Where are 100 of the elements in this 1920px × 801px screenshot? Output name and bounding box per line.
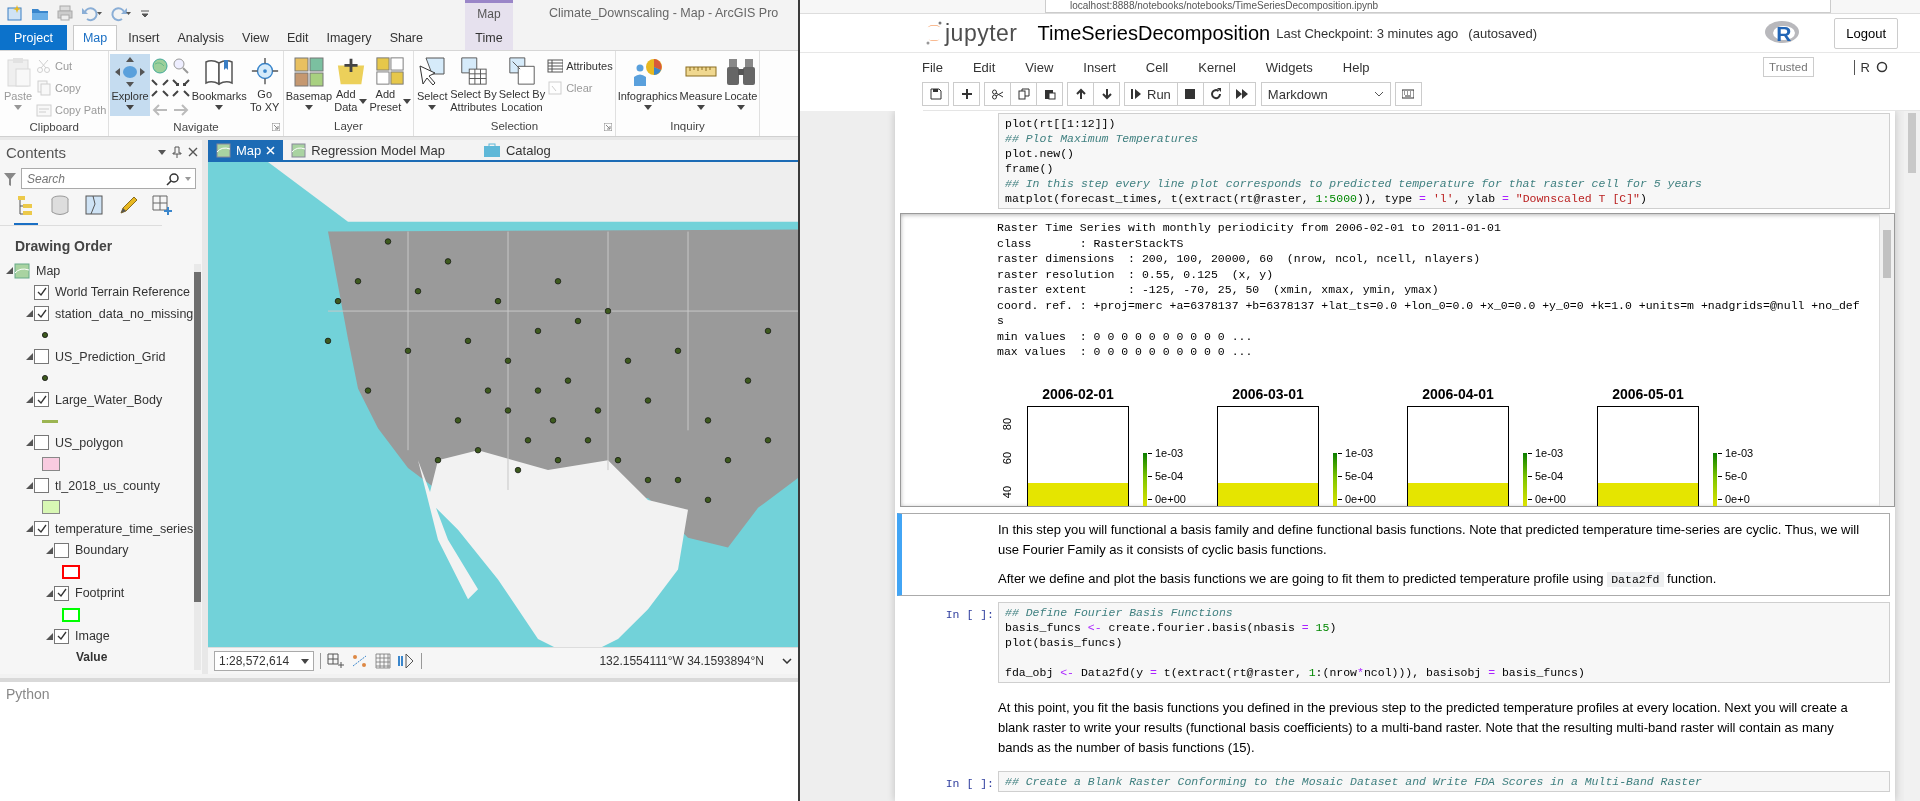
paste-button[interactable] xyxy=(1036,82,1063,106)
layer-name[interactable]: US_polygon xyxy=(55,435,124,450)
grid-plus-icon[interactable] xyxy=(327,653,346,669)
caret-icon[interactable] xyxy=(158,149,166,155)
ribbon-tab[interactable]: Edit xyxy=(277,25,318,50)
menu-item[interactable]: File xyxy=(907,59,958,75)
layer-checkbox[interactable] xyxy=(34,306,49,322)
logout-button[interactable]: Logout xyxy=(1834,17,1898,49)
expander-icon[interactable] xyxy=(25,396,33,404)
jupyter-logo[interactable]: jupyter xyxy=(925,19,1018,47)
layer-name[interactable]: Footprint xyxy=(75,586,125,601)
scale-field[interactable]: 1:28,572,614 xyxy=(214,651,315,671)
layer-checkbox[interactable] xyxy=(54,542,69,558)
ribbon-tab[interactable]: Time xyxy=(465,25,513,50)
ribbon-button[interactable]: Add Data xyxy=(333,54,369,116)
ribbon-tab[interactable]: Map xyxy=(72,25,118,50)
layer-checkbox[interactable] xyxy=(34,349,49,365)
dialog-launcher-icon[interactable] xyxy=(603,123,612,131)
close-icon[interactable] xyxy=(188,147,198,157)
layer-checkbox[interactable] xyxy=(54,585,69,601)
ribbon-button[interactable]: Add Preset xyxy=(368,54,413,116)
layer-name[interactable]: World Terrain Reference xyxy=(55,285,191,300)
layer-checkbox[interactable] xyxy=(54,628,69,644)
ribbon-button[interactable]: Basemap xyxy=(284,54,334,116)
save-button[interactable] xyxy=(922,82,949,106)
scrollbar[interactable] xyxy=(194,264,201,670)
stop-button[interactable] xyxy=(1176,82,1204,106)
code-cell-input[interactable] xyxy=(998,113,1890,209)
layer-name[interactable]: Image xyxy=(75,629,110,644)
search-field[interactable]: Search xyxy=(21,168,196,189)
view-tab[interactable]: Map xyxy=(208,140,284,160)
menu-item[interactable]: Edit xyxy=(957,59,1011,75)
markdown-cell[interactable] xyxy=(897,513,1890,596)
pin-icon[interactable] xyxy=(172,146,182,158)
inward-arrows-icon[interactable] xyxy=(170,78,191,98)
chevron-down-icon[interactable] xyxy=(782,658,792,664)
ribbon-button[interactable]: Bookmarks xyxy=(190,54,248,116)
ribbon-button[interactable]: Select By Location xyxy=(497,54,547,116)
expander-icon[interactable] xyxy=(25,482,33,490)
ribbon-tab[interactable]: Share xyxy=(380,25,432,50)
menu-item[interactable]: Help xyxy=(1327,59,1385,75)
expander-icon[interactable] xyxy=(45,546,53,554)
menu-item[interactable]: Kernel xyxy=(1183,59,1251,75)
run-all-button[interactable] xyxy=(1228,82,1256,106)
layer-name[interactable]: US_Prediction_Grid xyxy=(55,349,166,364)
menu-item[interactable]: View xyxy=(1010,59,1069,75)
ribbon-button[interactable]: Select By Attributes xyxy=(449,54,498,116)
ribbon-tab[interactable]: Project xyxy=(0,25,67,50)
ribbon-tab[interactable]: Imagery xyxy=(317,25,381,50)
run-button[interactable]: Run xyxy=(1124,82,1178,106)
address-bar[interactable]: localhost:8888/notebooks/notebooks/TimeSeriesDecomposition.ipynb xyxy=(1045,0,1831,13)
layer-name[interactable]: station_data_no_missing xyxy=(55,306,194,321)
map-node-label[interactable]: Map xyxy=(36,263,61,278)
ribbon-button[interactable]: Measure xyxy=(678,54,724,116)
ribbon-tab[interactable]: Insert xyxy=(119,25,169,50)
keyboard-button[interactable] xyxy=(1394,82,1422,106)
code-cell-input[interactable]: ## Create a Blank Raster Conforming to the Mosaic Dataset and Write FDA Scores in a Multi-Band Raster xyxy=(998,771,1890,792)
scrollbar[interactable] xyxy=(1879,214,1894,506)
ribbon-tab[interactable]: View xyxy=(233,25,278,50)
move-up-button[interactable] xyxy=(1067,82,1094,106)
ribbon-button[interactable]: Attributes xyxy=(546,56,614,76)
ribbon-button[interactable]: Select xyxy=(415,54,450,116)
expander-icon[interactable] xyxy=(45,589,53,597)
menu-item[interactable]: Cell xyxy=(1130,59,1184,75)
expander-icon[interactable] xyxy=(25,353,33,361)
cell-type-dropdown[interactable]: Markdown xyxy=(1260,82,1391,106)
layer-checkbox[interactable] xyxy=(34,392,49,408)
ribbon-button[interactable]: Locate xyxy=(723,54,759,116)
ribbon-button[interactable]: Go To XY xyxy=(247,54,282,116)
layer-name[interactable]: tl_2018_us_county xyxy=(55,478,160,493)
menu-item[interactable]: Insert xyxy=(1068,59,1131,75)
restart-button[interactable] xyxy=(1202,82,1230,106)
ribbon-tab[interactable]: Analysis xyxy=(168,25,234,50)
layer-name[interactable]: Large_Water_Body xyxy=(55,392,163,407)
menu-item[interactable]: Widgets xyxy=(1250,59,1328,75)
outward-arrows-icon[interactable] xyxy=(149,78,170,98)
layer-checkbox[interactable] xyxy=(34,521,49,537)
layer-checkbox[interactable] xyxy=(34,284,49,300)
view-tab[interactable]: Regression Model Map xyxy=(283,140,453,160)
filter-icon[interactable] xyxy=(3,170,17,187)
expander-icon[interactable] xyxy=(25,525,33,533)
expander-icon[interactable] xyxy=(45,632,53,640)
view-tab[interactable]: Catalog xyxy=(475,140,559,160)
ribbon-button[interactable]: Infographics xyxy=(616,54,679,116)
move-down-button[interactable] xyxy=(1093,82,1120,106)
expander-icon[interactable] xyxy=(5,267,13,275)
expander-icon[interactable] xyxy=(25,310,33,318)
insert-cell-button[interactable] xyxy=(953,82,980,106)
layer-checkbox[interactable] xyxy=(34,478,49,494)
dialog-launcher-icon[interactable] xyxy=(271,123,280,131)
kernel-name[interactable]: R xyxy=(1853,59,1870,75)
expander-icon[interactable] xyxy=(25,439,33,447)
pause-arrow-icon[interactable] xyxy=(397,653,416,669)
ribbon-button[interactable]: Explore xyxy=(110,54,150,116)
code-cell-input[interactable]: ## Define Fourier Basis Functions basis_funcs <- create.fourier.basis(nbasis = 15) plot(basis_funcs) fda_obj <- Data2fd(y = t(extract(rt@raster, 1:(nrow*ncol))), basisobj = basis_funcs) xyxy=(998,602,1890,683)
layer-name[interactable]: temperature_time_series xyxy=(55,521,194,536)
notebook-title[interactable]: TimeSeriesDecomposition xyxy=(1037,21,1271,45)
layer-checkbox[interactable] xyxy=(34,435,49,451)
cut-button[interactable] xyxy=(984,82,1011,106)
layer-name[interactable]: Boundary xyxy=(75,543,129,558)
